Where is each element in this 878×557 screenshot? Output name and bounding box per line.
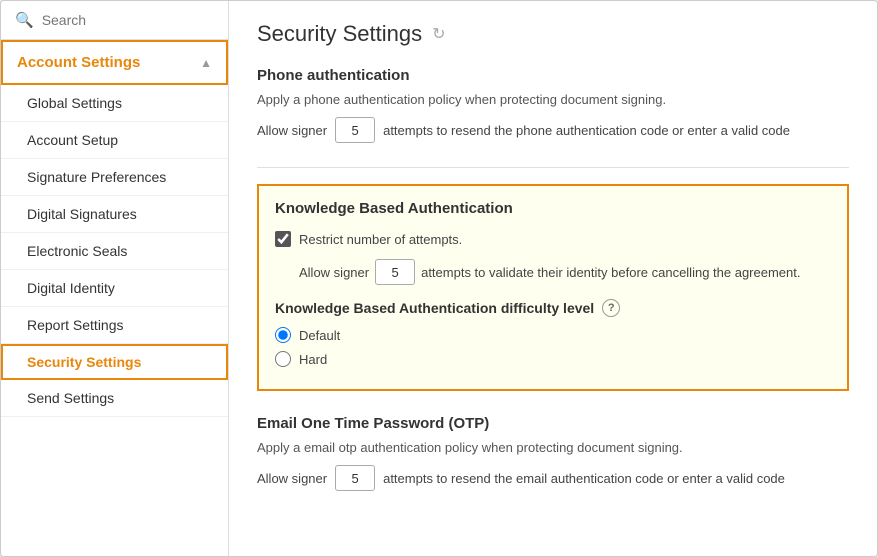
email-otp-title: Email One Time Password (OTP) (257, 415, 849, 432)
kba-attempts-row: Allow signer attempts to validate their … (299, 259, 831, 285)
kba-section: Knowledge Based Authentication Restrict … (257, 184, 849, 391)
main-content: Security Settings ↻ Phone authentication… (229, 1, 877, 556)
sidebar-item-digital-signatures[interactable]: Digital Signatures (1, 196, 228, 233)
sidebar-item-signature-preferences[interactable]: Signature Preferences (1, 159, 228, 196)
kba-restrict-label: Restrict number of attempts. (299, 232, 462, 247)
phone-auth-section: Phone authentication Apply a phone authe… (257, 67, 849, 143)
help-icon[interactable]: ? (602, 299, 620, 317)
phone-auth-row-suffix: attempts to resend the phone authenticat… (383, 123, 790, 138)
email-otp-row-prefix: Allow signer (257, 471, 327, 486)
kba-attempts-subsection: Allow signer attempts to validate their … (299, 259, 831, 285)
kba-restrict-checkbox[interactable] (275, 231, 291, 247)
sidebar-item-account-setup[interactable]: Account Setup (1, 122, 228, 159)
phone-auth-title: Phone authentication (257, 67, 849, 84)
search-input[interactable] (42, 12, 214, 28)
email-otp-row: Allow signer attempts to resend the emai… (257, 465, 849, 491)
kba-radio-default[interactable] (275, 327, 291, 343)
email-otp-row-suffix: attempts to resend the email authenticat… (383, 471, 785, 486)
sidebar: 🔍 Account Settings ▲ Global Settings Acc… (1, 1, 229, 556)
phone-auth-row-prefix: Allow signer (257, 123, 327, 138)
email-otp-desc: Apply a email otp authentication policy … (257, 440, 849, 455)
search-icon: 🔍 (15, 11, 34, 29)
sidebar-item-send-settings[interactable]: Send Settings (1, 380, 228, 417)
sidebar-item-security-settings[interactable]: Security Settings (1, 344, 228, 380)
phone-auth-attempts-input[interactable] (335, 117, 375, 143)
kba-radio-hard[interactable] (275, 351, 291, 367)
kba-row-suffix: attempts to validate their identity befo… (421, 265, 800, 280)
phone-auth-desc: Apply a phone authentication policy when… (257, 92, 849, 107)
page-title: Security Settings (257, 21, 422, 47)
sidebar-item-digital-identity[interactable]: Digital Identity (1, 270, 228, 307)
account-settings-header[interactable]: Account Settings ▲ (1, 40, 228, 85)
kba-difficulty-label: Knowledge Based Authentication difficult… (275, 299, 831, 317)
kba-title: Knowledge Based Authentication (275, 200, 831, 217)
kba-radio-default-label: Default (299, 328, 340, 343)
sidebar-nav: Global Settings Account Setup Signature … (1, 85, 228, 417)
phone-auth-row: Allow signer attempts to resend the phon… (257, 117, 849, 143)
divider-1 (257, 167, 849, 168)
kba-difficulty-text: Knowledge Based Authentication difficult… (275, 300, 594, 316)
email-otp-section: Email One Time Password (OTP) Apply a em… (257, 415, 849, 491)
kba-radio-default-row: Default (275, 327, 831, 343)
kba-attempts-input[interactable] (375, 259, 415, 285)
search-bar[interactable]: 🔍 (1, 1, 228, 40)
sidebar-item-report-settings[interactable]: Report Settings (1, 307, 228, 344)
kba-radio-hard-label: Hard (299, 352, 327, 367)
refresh-icon[interactable]: ↻ (432, 24, 445, 44)
chevron-up-icon: ▲ (200, 56, 212, 70)
page-title-row: Security Settings ↻ (257, 21, 849, 47)
sidebar-item-electronic-seals[interactable]: Electronic Seals (1, 233, 228, 270)
kba-restrict-row: Restrict number of attempts. (275, 231, 831, 247)
sidebar-item-global-settings[interactable]: Global Settings (1, 85, 228, 122)
email-otp-attempts-input[interactable] (335, 465, 375, 491)
kba-radio-hard-row: Hard (275, 351, 831, 367)
account-settings-label: Account Settings (17, 54, 140, 71)
kba-row-prefix: Allow signer (299, 265, 369, 280)
